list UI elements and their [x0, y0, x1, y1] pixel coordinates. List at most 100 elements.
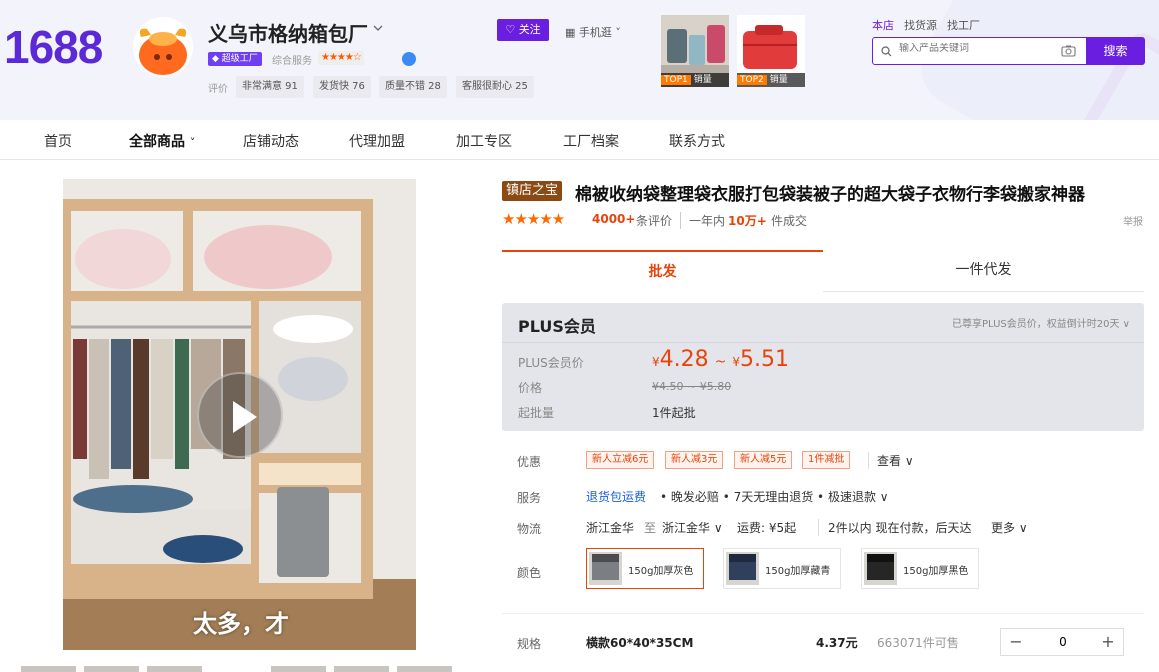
plus-benefit-note[interactable]: 已尊享PLUS会员价，权益倒计时20天 ∨	[952, 315, 1130, 330]
super-factory-badge: ◆ 超级工厂	[208, 52, 262, 66]
tab-dropship[interactable]: 一件代发	[823, 250, 1144, 292]
moq-value: 1件起批	[652, 406, 696, 420]
mobile-browse-link[interactable]: ▦ 手机逛 ˅	[565, 24, 621, 40]
search-scope-shop[interactable]: 本店	[872, 19, 894, 32]
view-coupons-button[interactable]: 查看 ∨	[868, 452, 914, 469]
delivery-time: 2件以内 现在付款，后天达	[818, 519, 971, 536]
color-thumbnail	[864, 552, 897, 585]
site-logo[interactable]: 1688	[4, 20, 103, 74]
review-count[interactable]: 4000+	[592, 212, 635, 226]
eval-tag: 质量不错 28	[379, 76, 447, 98]
follow-button[interactable]: ♡ 关注	[497, 19, 549, 41]
search-button[interactable]: 搜索	[1086, 37, 1145, 65]
spec-divider	[502, 613, 1144, 614]
qr-code-icon: ▦	[565, 26, 576, 39]
nav-all-products[interactable]: 全部商品 ˅	[129, 131, 195, 151]
nav-processing[interactable]: 加工专区	[456, 131, 512, 151]
service-guarantees[interactable]: • 晚发必赔 • 7天无理由退货 • 极速退款 ∨	[660, 488, 889, 505]
quantity-increase-button[interactable]: +	[1093, 629, 1123, 655]
quantity-input[interactable]	[1031, 634, 1095, 650]
tab-wholesale[interactable]: 批发	[502, 250, 823, 292]
review-label: 条评价	[636, 214, 673, 228]
media-thumbnail[interactable]	[21, 666, 76, 672]
color-option-gray[interactable]: 150g加厚灰色	[586, 548, 704, 589]
play-button[interactable]	[197, 372, 283, 458]
search-scope-factory[interactable]: 找工厂	[947, 19, 980, 32]
quantity-decrease-button[interactable]: −	[1001, 629, 1031, 655]
color-option-navy[interactable]: 150g加厚藏青	[723, 548, 841, 589]
top-rank-label: 销量	[693, 75, 712, 85]
sold-count: 10万+	[728, 214, 767, 228]
chevron-down-icon: ˅	[189, 136, 196, 149]
plus-divider	[502, 342, 1144, 343]
media-thumbnail[interactable]	[84, 666, 139, 672]
top-rank: TOP2	[737, 75, 767, 85]
return-shipping-link[interactable]: 退货包运费	[586, 488, 646, 505]
shop-treasure-badge: 镇店之宝	[502, 181, 563, 201]
plus-price-label: PLUS会员价	[518, 356, 584, 370]
original-price-label: 价格	[518, 381, 543, 395]
product-video[interactable]: 太多，才	[63, 179, 416, 650]
nav-factory-profile[interactable]: 工厂档案	[563, 131, 619, 151]
ship-from: 浙江金华	[586, 521, 635, 535]
shop-name[interactable]: 义乌市格纳箱包厂	[208, 18, 368, 47]
eval-tag: 客服很耐心 25	[456, 76, 534, 98]
media-thumbnail[interactable]	[397, 666, 452, 672]
color-thumbnail	[589, 552, 622, 585]
service-label: 服务	[517, 491, 542, 505]
quantity-stepper: − +	[1000, 628, 1124, 656]
nav-all-products-label: 全部商品	[129, 134, 185, 150]
color-option-label: 150g加厚黑色	[903, 566, 969, 577]
camera-icon[interactable]	[1061, 45, 1076, 57]
moq-label: 起批量	[518, 406, 555, 420]
search-scope-source[interactable]: 找货源	[904, 19, 937, 32]
top-rank-tag: TOP1 销量	[661, 73, 729, 87]
color-option-label: 150g加厚灰色	[628, 566, 694, 577]
shipping-fee: 运费: ¥5起	[737, 521, 797, 535]
nav-agency[interactable]: 代理加盟	[349, 131, 405, 151]
video-subtitle: 太多，才	[193, 610, 289, 638]
coupon-tag[interactable]: 新人减5元	[734, 451, 793, 469]
shop-avatar[interactable]	[133, 17, 193, 77]
media-thumbnail[interactable]	[147, 666, 202, 672]
service-score-label: 综合服务	[272, 56, 312, 67]
service-score-stars: ★★★★☆	[318, 51, 364, 65]
search-input[interactable]	[899, 43, 1049, 54]
top-product-2[interactable]: TOP2 销量	[737, 15, 805, 87]
nav-shop-news[interactable]: 店铺动态	[243, 131, 299, 151]
nav-contact[interactable]: 联系方式	[669, 131, 725, 151]
evaluation-label: 评价	[208, 84, 228, 95]
currency-symbol: ¥	[732, 355, 740, 369]
color-option-black[interactable]: 150g加厚黑色	[861, 548, 979, 589]
mobile-browse-label: 手机逛	[578, 26, 612, 39]
discount-label: 优惠	[517, 455, 542, 469]
coupon-tag[interactable]: 1件减批	[802, 451, 851, 469]
ship-to-label: 至	[644, 521, 657, 535]
spec-price: 4.37元	[816, 636, 858, 650]
coupon-tag[interactable]: 新人减3元	[665, 451, 724, 469]
verified-icon[interactable]	[402, 52, 416, 66]
plus-price: ¥4.28 ~ ¥5.51	[652, 347, 789, 372]
currency-symbol: ¥	[652, 355, 660, 369]
color-label: 颜色	[517, 566, 542, 580]
original-price: ¥4.50 ~ ¥5.80	[652, 380, 732, 393]
color-thumbnail	[726, 552, 759, 585]
coupon-tag[interactable]: 新人立减6元	[586, 451, 655, 469]
report-link[interactable]: 举报	[1123, 213, 1143, 228]
sold-period: 一年内	[680, 212, 725, 229]
logistics-more[interactable]: 更多 ∨	[991, 519, 1028, 536]
nav-home[interactable]: 首页	[44, 131, 72, 151]
eval-tag: 非常满意 91	[236, 76, 304, 98]
search-scope-links: 本店 找货源 找工厂	[872, 17, 990, 33]
ship-to-select[interactable]: 浙江金华 ∨	[662, 519, 723, 536]
shop-header: 1688 义乌市格纳箱包厂 ◆ 超级工厂 综合服务 ★★★★☆ 评价 非常满意 …	[0, 0, 1159, 120]
spec-label: 规格	[517, 637, 542, 651]
top-rank-tag: TOP2 销量	[737, 73, 805, 87]
media-thumbnail[interactable]	[334, 666, 389, 672]
plus-title: PLUS会员	[518, 317, 596, 336]
top-product-1[interactable]: TOP1 销量	[661, 15, 729, 87]
heart-icon: ♡	[505, 23, 516, 36]
follow-label: 关注	[518, 23, 541, 36]
chevron-down-icon[interactable]	[372, 22, 384, 37]
media-thumbnail[interactable]	[271, 666, 326, 672]
